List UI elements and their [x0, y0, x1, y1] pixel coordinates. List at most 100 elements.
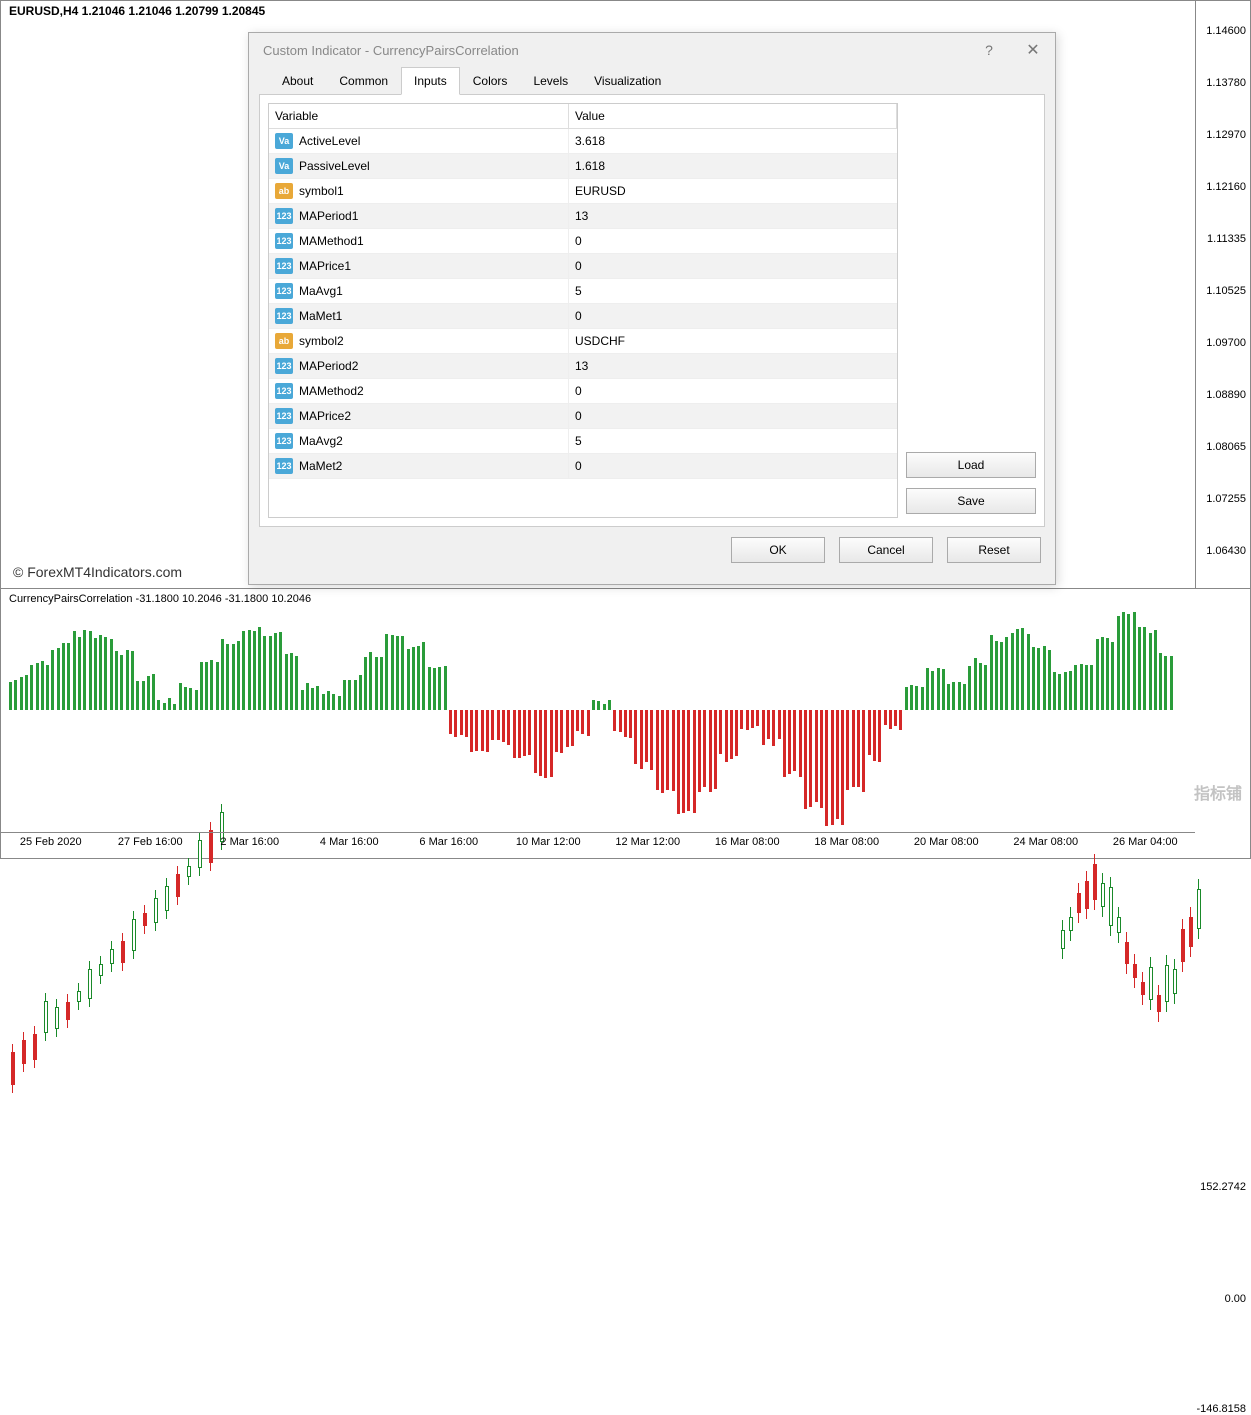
price-tick: 1.07255 — [1206, 493, 1246, 505]
cancel-button[interactable]: Cancel — [839, 537, 933, 563]
variable-value[interactable]: 0 — [569, 254, 897, 278]
variable-name: MAPrice1 — [299, 259, 351, 273]
tab-inputs[interactable]: Inputs — [401, 67, 460, 95]
price-tick: 1.10525 — [1206, 285, 1246, 297]
variable-value[interactable]: 0 — [569, 229, 897, 253]
close-button[interactable]: ✕ — [1011, 33, 1055, 67]
type-icon: Va — [275, 158, 293, 174]
variable-value[interactable]: 0 — [569, 454, 897, 478]
corr-tick: 152.2742 — [1200, 1181, 1246, 1193]
input-row[interactable]: 123 MAMethod1 0 — [269, 229, 897, 254]
type-icon: 123 — [275, 383, 293, 399]
ok-button[interactable]: OK — [731, 537, 825, 563]
variable-value[interactable]: EURUSD — [569, 179, 897, 203]
price-scale-upper[interactable]: 1.146001.137801.129701.121601.113351.105… — [1195, 1, 1250, 589]
variable-value[interactable]: 13 — [569, 354, 897, 378]
variable-value[interactable]: 0 — [569, 404, 897, 428]
variable-value[interactable]: 3.618 — [569, 129, 897, 153]
tab-levels[interactable]: Levels — [520, 67, 581, 95]
input-row[interactable]: absymbol2USDCHF — [269, 329, 897, 354]
time-label: 4 Mar 16:00 — [300, 833, 400, 858]
variable-name: MAMethod2 — [299, 384, 364, 398]
reset-button[interactable]: Reset — [947, 537, 1041, 563]
time-label: 6 Mar 16:00 — [399, 833, 499, 858]
variable-name: MaMet1 — [299, 309, 342, 323]
variable-name: ActiveLevel — [299, 134, 360, 148]
price-tick: 1.14600 — [1206, 25, 1246, 37]
variable-name: MAPeriod2 — [299, 359, 358, 373]
variable-value[interactable]: USDCHF — [569, 329, 897, 353]
type-icon: 123 — [275, 458, 293, 474]
dialog-title-text: Custom Indicator - CurrencyPairsCorrelat… — [263, 43, 967, 58]
input-row[interactable]: absymbol1EURUSD — [269, 179, 897, 204]
variable-value[interactable]: 5 — [569, 429, 897, 453]
type-icon: Va — [275, 133, 293, 149]
side-buttons: Load Save — [906, 103, 1036, 518]
time-label: 18 Mar 08:00 — [797, 833, 897, 858]
tab-about[interactable]: About — [269, 67, 326, 95]
time-label: 12 Mar 12:00 — [598, 833, 698, 858]
input-row[interactable]: 123 MAMethod2 0 — [269, 379, 897, 404]
price-tick: 1.11335 — [1207, 233, 1246, 245]
variable-name: PassiveLevel — [299, 159, 370, 173]
corr-tick: -146.8158 — [1196, 1403, 1246, 1415]
variable-name: MAMethod1 — [299, 234, 364, 248]
price-tick: 1.06430 — [1206, 545, 1246, 557]
price-tick: 1.08065 — [1206, 441, 1246, 453]
grid-header: Variable Value — [269, 104, 897, 129]
input-row[interactable]: 123 MaAvg1 5 — [269, 279, 897, 304]
price-tick: 1.09700 — [1206, 337, 1246, 349]
variable-value[interactable]: 13 — [569, 204, 897, 228]
chart-symbol-header: EURUSD,H4 1.21046 1.21046 1.20799 1.2084… — [9, 4, 265, 18]
type-icon: 123 — [275, 283, 293, 299]
variable-name: MaMet2 — [299, 459, 342, 473]
save-button[interactable]: Save — [906, 488, 1036, 514]
variable-name: MaAvg1 — [299, 284, 343, 298]
time-label: 24 Mar 08:00 — [996, 833, 1096, 858]
variable-name: MAPrice2 — [299, 409, 351, 423]
col-variable[interactable]: Variable — [269, 104, 569, 128]
dialog-titlebar[interactable]: Custom Indicator - CurrencyPairsCorrelat… — [249, 33, 1055, 67]
indicator-settings-dialog: Custom Indicator - CurrencyPairsCorrelat… — [248, 32, 1056, 585]
input-row[interactable]: Va PassiveLevel 1.618 — [269, 154, 897, 179]
inputs-grid[interactable]: Variable Value Va ActiveLevel 3.618 Va Passi… — [268, 103, 898, 518]
input-row[interactable]: 123 MAPeriod2 13 — [269, 354, 897, 379]
tab-colors[interactable]: Colors — [460, 67, 521, 95]
input-row[interactable]: 123MAPeriod113 — [269, 204, 897, 229]
correlation-header: CurrencyPairsCorrelation -31.1800 10.204… — [9, 593, 311, 605]
price-tick: 1.08890 — [1206, 389, 1246, 401]
input-row[interactable]: 123 MAPrice1 0 — [269, 254, 897, 279]
variable-value[interactable]: 1.618 — [569, 154, 897, 178]
variable-name: MaAvg2 — [299, 434, 343, 448]
price-tick: 1.12970 — [1206, 129, 1246, 141]
tab-visualization[interactable]: Visualization — [581, 67, 674, 95]
input-row[interactable]: 123MaMet10 — [269, 304, 897, 329]
variable-value[interactable]: 5 — [569, 279, 897, 303]
tab-bar: AboutCommonInputsColorsLevelsVisualizati… — [259, 67, 1045, 95]
type-icon: ab — [275, 183, 293, 199]
time-label: 16 Mar 08:00 — [698, 833, 798, 858]
input-row[interactable]: Va ActiveLevel 3.618 — [269, 129, 897, 154]
input-row[interactable]: 123 MaMet2 0 — [269, 454, 897, 479]
variable-value[interactable]: 0 — [569, 379, 897, 403]
type-icon: ab — [275, 333, 293, 349]
logo-watermark: 指标铺 — [1194, 780, 1242, 804]
tab-common[interactable]: Common — [326, 67, 401, 95]
type-icon: 123 — [275, 358, 293, 374]
input-row[interactable]: 123 MAPrice2 0 — [269, 404, 897, 429]
time-label: 27 Feb 16:00 — [101, 833, 201, 858]
load-button[interactable]: Load — [906, 452, 1036, 478]
tab-content-inputs: Variable Value Va ActiveLevel 3.618 Va Passi… — [259, 95, 1045, 527]
indicator-chart[interactable]: 152.27420.00-146.8158 指标铺 — [1, 590, 1250, 832]
input-row[interactable]: 123 MaAvg2 5 — [269, 429, 897, 454]
price-tick: 1.12160 — [1206, 181, 1246, 193]
type-icon: 123 — [275, 233, 293, 249]
type-icon: 123 — [275, 208, 293, 224]
type-icon: 123 — [275, 408, 293, 424]
col-value[interactable]: Value — [569, 104, 897, 128]
type-icon: 123 — [275, 258, 293, 274]
variable-value[interactable]: 0 — [569, 304, 897, 328]
type-icon: 123 — [275, 433, 293, 449]
time-label: 25 Feb 2020 — [1, 833, 101, 858]
help-button[interactable]: ? — [967, 33, 1011, 67]
